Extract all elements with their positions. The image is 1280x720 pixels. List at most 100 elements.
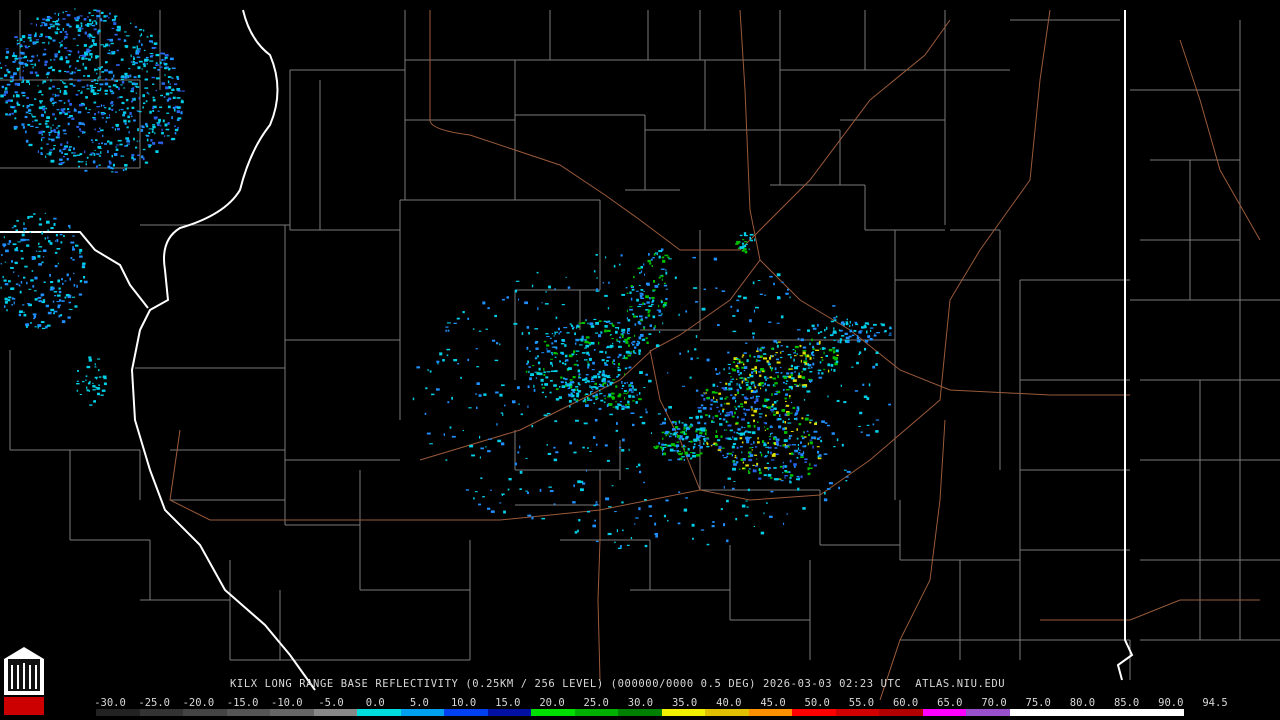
echo-pixel bbox=[74, 67, 77, 70]
echo-pixel bbox=[646, 341, 649, 344]
echo-pixel bbox=[45, 304, 49, 308]
echo-pixel bbox=[20, 281, 23, 284]
echo-pixel bbox=[66, 14, 71, 17]
echo-pixel bbox=[33, 213, 36, 215]
echo-pixel bbox=[736, 299, 740, 302]
echo-pixel bbox=[776, 361, 781, 364]
echo-pixel bbox=[809, 371, 813, 373]
echo-pixel bbox=[44, 122, 48, 125]
echo-pixel bbox=[51, 69, 55, 72]
echo-pixel bbox=[555, 346, 558, 350]
echo-pixel bbox=[689, 416, 693, 419]
echo-pixel bbox=[79, 255, 83, 258]
echo-pixel bbox=[23, 311, 25, 313]
echo-pixel bbox=[835, 315, 838, 318]
echo-pixel bbox=[34, 290, 37, 292]
echo-pixel bbox=[817, 331, 820, 335]
scale-label: 20.0 bbox=[539, 697, 565, 709]
echo-pixel bbox=[176, 77, 180, 80]
echo-pixel bbox=[501, 384, 505, 387]
echo-pixel bbox=[757, 426, 760, 430]
echo-pixel bbox=[53, 58, 56, 61]
echo-pixel bbox=[79, 252, 82, 254]
echo-pixel bbox=[109, 38, 113, 42]
echo-pixel bbox=[475, 491, 478, 493]
echo-pixel bbox=[488, 438, 493, 440]
echo-pixel bbox=[89, 19, 92, 22]
echo-pixel bbox=[743, 432, 745, 436]
echo-pixel bbox=[146, 138, 149, 142]
echo-pixel bbox=[833, 339, 836, 341]
echo-pixel bbox=[542, 387, 545, 389]
echo-pixel bbox=[97, 29, 101, 33]
echo-pixel bbox=[519, 445, 521, 449]
echo-pixel bbox=[152, 96, 155, 99]
echo-pixel bbox=[60, 162, 64, 164]
echo-pixel bbox=[535, 356, 537, 360]
echo-pixel bbox=[11, 260, 13, 263]
echo-pixel bbox=[167, 80, 170, 84]
echo-pixel bbox=[88, 358, 92, 362]
echo-pixel bbox=[633, 523, 636, 525]
echo-pixel bbox=[61, 300, 65, 302]
echo-pixel bbox=[146, 36, 149, 38]
echo-pixel bbox=[478, 503, 482, 506]
echo-pixel bbox=[841, 443, 844, 447]
echo-pixel bbox=[503, 510, 506, 514]
echo-pixel bbox=[674, 435, 677, 438]
echo-pixel bbox=[632, 313, 635, 316]
echo-pixel bbox=[106, 116, 108, 119]
echo-pixel bbox=[23, 222, 25, 226]
echo-pixel bbox=[100, 151, 102, 154]
echo-pixel bbox=[705, 414, 708, 417]
echo-pixel bbox=[866, 330, 868, 334]
echo-pixel bbox=[137, 128, 139, 132]
echo-pixel bbox=[744, 241, 748, 243]
echo-pixel bbox=[12, 78, 14, 82]
echo-pixel bbox=[627, 391, 629, 393]
echo-pixel bbox=[616, 338, 618, 341]
state-boundaries bbox=[0, 9, 1134, 691]
echo-pixel bbox=[31, 270, 34, 272]
echo-pixel bbox=[160, 141, 164, 145]
echo-pixel bbox=[22, 95, 26, 97]
echo-pixel bbox=[28, 143, 33, 147]
echo-pixel bbox=[96, 106, 101, 108]
echo-pixel bbox=[690, 440, 693, 443]
echo-pixel bbox=[4, 261, 7, 263]
echo-pixel bbox=[62, 28, 64, 31]
echo-pixel bbox=[634, 334, 636, 337]
echo-pixel bbox=[592, 388, 594, 391]
echo-pixel bbox=[73, 152, 76, 154]
echo-pixel bbox=[747, 377, 750, 379]
echo-pixel bbox=[844, 332, 848, 335]
echo-pixel bbox=[835, 349, 839, 353]
echo-pixel bbox=[66, 50, 71, 52]
echo-pixel bbox=[856, 335, 859, 337]
echo-pixel bbox=[692, 446, 695, 450]
echo-pixel bbox=[526, 491, 529, 494]
echo-pixel bbox=[845, 480, 848, 482]
echo-pixel bbox=[743, 296, 747, 300]
echo-pixel bbox=[699, 410, 702, 412]
echo-pixel bbox=[50, 281, 54, 284]
echo-pixel bbox=[677, 522, 681, 525]
echo-pixel bbox=[586, 397, 589, 400]
echo-pixel bbox=[130, 115, 133, 118]
echo-pixel bbox=[728, 366, 730, 370]
echo-pixel bbox=[495, 391, 499, 394]
echo-pixel bbox=[575, 338, 579, 342]
echo-pixel bbox=[607, 383, 609, 386]
echo-pixel bbox=[634, 346, 637, 349]
echo-pixel bbox=[619, 401, 622, 403]
echo-pixel bbox=[765, 389, 767, 392]
county-boundaries bbox=[0, 10, 1280, 680]
echo-pixel bbox=[152, 128, 154, 130]
echo-pixel bbox=[94, 400, 96, 403]
echo-pixel bbox=[665, 430, 669, 434]
echo-pixel bbox=[792, 349, 795, 351]
echo-pixel bbox=[695, 415, 699, 419]
echo-pixel bbox=[85, 107, 87, 110]
echo-pixel bbox=[745, 384, 749, 386]
echo-pixel bbox=[747, 421, 750, 424]
